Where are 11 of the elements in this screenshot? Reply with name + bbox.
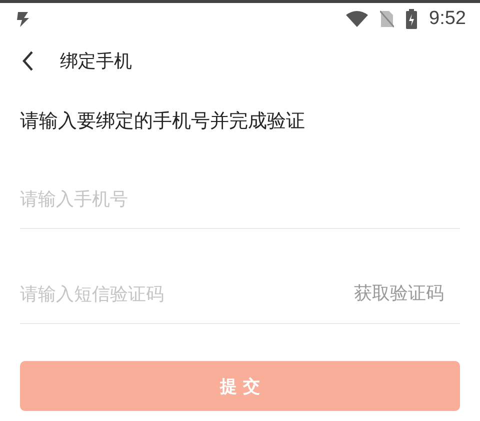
status-time: 9:52 bbox=[429, 8, 466, 30]
no-sim-icon bbox=[380, 10, 394, 28]
code-input-field[interactable]: 请输入短信验证码 bbox=[20, 284, 354, 305]
wifi-icon bbox=[346, 10, 368, 26]
page-title: 绑定手机 bbox=[60, 50, 132, 73]
instruction-text: 请输入要绑定的手机号并完成验证 bbox=[20, 109, 306, 134]
phone-input-field[interactable]: 请输入手机号 bbox=[20, 189, 460, 210]
battery-icon bbox=[406, 8, 418, 28]
bolt-icon bbox=[16, 10, 30, 28]
get-code-link[interactable]: 获取验证码 bbox=[354, 281, 444, 305]
back-icon[interactable] bbox=[22, 50, 34, 72]
